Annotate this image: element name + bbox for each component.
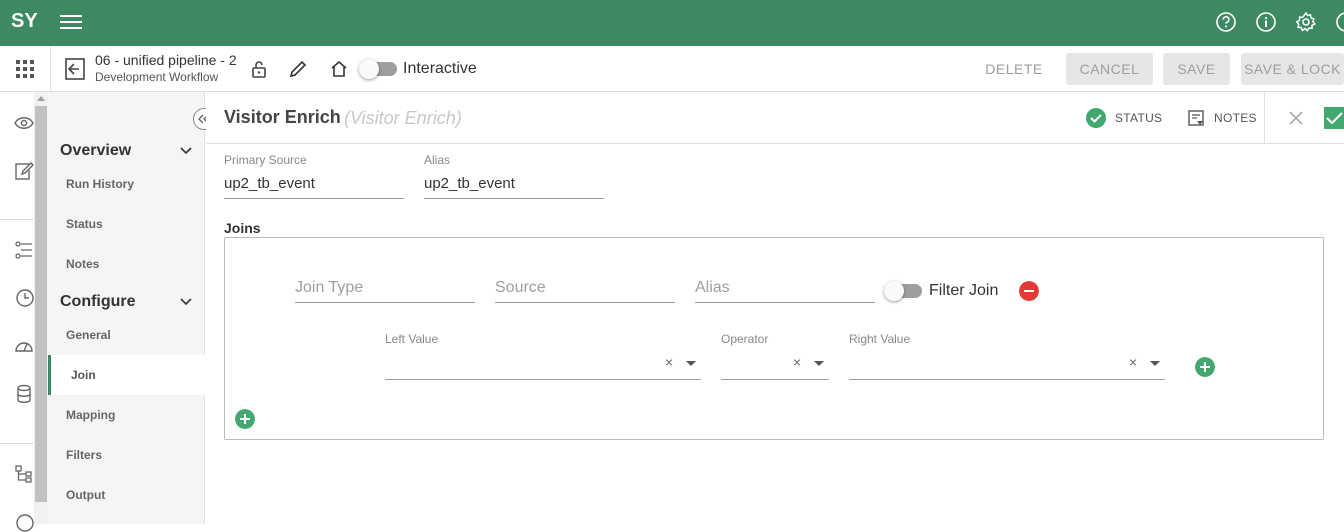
sidebar-scrollbar[interactable] — [34, 92, 48, 524]
gear-icon[interactable] — [1295, 11, 1317, 33]
nav-item-mapping[interactable]: Mapping — [48, 395, 205, 435]
hierarchy-icon[interactable] — [14, 464, 34, 484]
underline — [424, 198, 604, 199]
help-icon[interactable] — [1215, 11, 1237, 33]
right-value-dropdown-icon[interactable] — [1150, 361, 1160, 366]
notes-icon[interactable] — [1187, 108, 1207, 128]
node-header: Visitor Enrich (Visitor Enrich) STATUS N… — [206, 92, 1344, 144]
underline — [695, 302, 875, 303]
pipeline-icon[interactable] — [14, 240, 34, 260]
nav-item-run-history[interactable]: Run History — [48, 164, 205, 204]
underline — [385, 379, 701, 380]
left-value-dropdown-icon[interactable] — [686, 361, 696, 366]
primary-source-label: Primary Source — [224, 153, 307, 167]
check-icon — [1326, 112, 1343, 125]
save-button[interactable]: SAVE — [1163, 53, 1230, 85]
nav-item-general[interactable]: General — [48, 315, 205, 355]
join-alias-field[interactable]: Alias — [695, 279, 730, 297]
edit-pencil-icon[interactable] — [288, 59, 308, 79]
delete-button[interactable]: DELETE — [978, 53, 1050, 85]
interactive-toggle-label: Interactive — [403, 60, 477, 77]
status-button[interactable]: STATUS — [1115, 111, 1162, 125]
clear-left-value-icon[interactable]: × — [665, 354, 673, 370]
close-icon[interactable] — [1286, 108, 1306, 128]
scroll-up-arrow-icon[interactable] — [37, 96, 45, 101]
notes-button[interactable]: NOTES — [1214, 111, 1257, 125]
join-type-field[interactable]: Join Type — [295, 279, 363, 297]
node-title: Visitor Enrich — [224, 107, 341, 127]
clock-icon[interactable] — [14, 512, 34, 532]
underline — [224, 198, 404, 199]
status-check-icon[interactable] — [1086, 108, 1106, 128]
info-icon[interactable] — [1255, 11, 1277, 33]
nav-item-notes[interactable]: Notes — [48, 244, 205, 284]
confirm-button[interactable] — [1324, 107, 1344, 129]
filter-join-label: Filter Join — [929, 282, 999, 299]
toggle-knob — [359, 59, 379, 79]
app-logo[interactable]: SY — [11, 10, 38, 33]
alias-label: Alias — [424, 153, 451, 167]
database-icon[interactable] — [14, 384, 34, 404]
add-condition-icon[interactable] — [1195, 357, 1215, 377]
nav-item-filters[interactable]: Filters — [48, 435, 205, 475]
remove-join-icon[interactable] — [1019, 281, 1039, 301]
add-join-icon[interactable] — [235, 409, 255, 429]
node-subtitle: (Visitor Enrich) — [344, 108, 462, 128]
chevron-down-icon[interactable] — [180, 296, 192, 308]
history-icon[interactable] — [14, 288, 34, 308]
cancel-button[interactable]: CANCEL — [1066, 53, 1153, 85]
underline — [849, 379, 1165, 380]
underline — [295, 302, 475, 303]
clear-operator-icon[interactable]: × — [793, 354, 801, 370]
nav-item-join[interactable]: Join — [48, 355, 205, 395]
divider — [50, 46, 51, 92]
left-value-select[interactable] — [385, 350, 701, 380]
divider — [0, 219, 34, 220]
divider — [0, 443, 34, 444]
right-value-select[interactable] — [849, 350, 1165, 380]
back-icon[interactable] — [63, 57, 87, 81]
dashboard-icon[interactable] — [14, 336, 34, 356]
nav-section-overview[interactable]: Overview — [60, 142, 131, 160]
edit-note-icon[interactable] — [14, 161, 34, 181]
eye-icon[interactable] — [14, 113, 34, 133]
config-sidenav: Overview Run History Status Notes Config… — [48, 92, 205, 524]
joins-title: Joins — [224, 220, 261, 236]
join-source-field[interactable]: Source — [495, 279, 546, 297]
nav-item-status[interactable]: Status — [48, 204, 205, 244]
divider — [1264, 92, 1265, 144]
apps-grid-icon[interactable] — [15, 59, 35, 79]
underline — [495, 302, 675, 303]
alias-field[interactable]: up2_tb_event — [424, 175, 515, 192]
top-bar: SY — [0, 0, 1344, 46]
clear-right-value-icon[interactable]: × — [1129, 354, 1137, 370]
pipeline-title: 06 - unified pipeline - 2 — [95, 52, 237, 68]
toggle-knob — [884, 281, 904, 301]
home-icon[interactable] — [329, 59, 349, 79]
chevron-down-icon[interactable] — [180, 145, 192, 157]
scrollbar-thumb[interactable] — [35, 106, 47, 502]
left-value-label: Left Value — [385, 332, 439, 346]
unlock-icon[interactable] — [249, 59, 269, 79]
nav-section-configure[interactable]: Configure — [60, 293, 136, 311]
right-value-label: Right Value — [849, 332, 911, 346]
left-rail — [0, 92, 34, 532]
operator-dropdown-icon[interactable] — [814, 361, 824, 366]
filter-join-toggle[interactable] — [884, 281, 922, 301]
user-icon[interactable] — [1335, 11, 1344, 33]
nav-item-output[interactable]: Output — [48, 475, 205, 515]
underline — [721, 379, 829, 380]
operator-label: Operator — [721, 332, 769, 346]
menu-icon[interactable] — [60, 12, 82, 32]
primary-source-field[interactable]: up2_tb_event — [224, 175, 315, 192]
operator-select[interactable] — [721, 350, 829, 380]
pipeline-toolbar: 06 - unified pipeline - 2 Development Wo… — [0, 46, 1344, 92]
save-and-lock-button[interactable]: SAVE & LOCK — [1241, 53, 1344, 85]
pipeline-subtitle: Development Workflow — [95, 70, 219, 84]
interactive-toggle[interactable] — [359, 59, 397, 79]
